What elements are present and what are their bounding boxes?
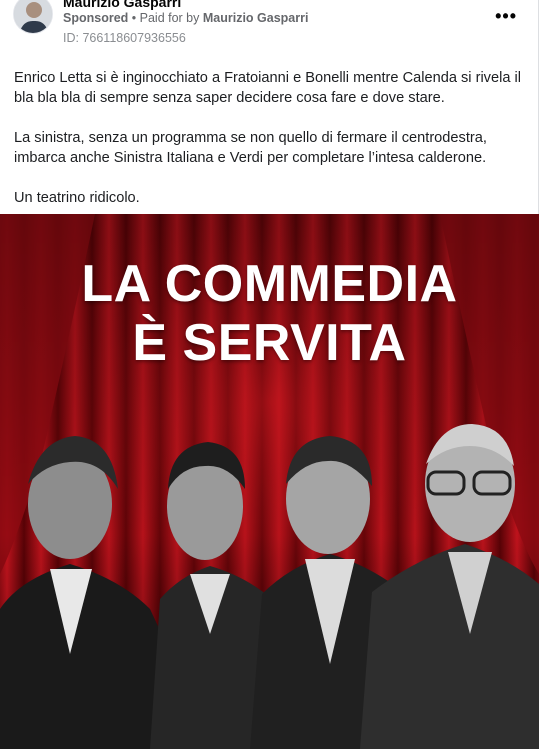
post-paragraph: La sinistra, senza un programma se non q… xyxy=(14,130,487,166)
sponsored-line: Sponsored • Paid for by Maurizio Gasparr… xyxy=(63,11,308,25)
post-header: Maurizio Gasparri Sponsored • Paid for b… xyxy=(0,0,539,54)
sponsored-label: Sponsored xyxy=(63,11,129,25)
ad-id: ID: 766118607936556 xyxy=(63,31,186,45)
post-text: Enrico Letta si è inginocchiato a Fratoi… xyxy=(14,68,529,228)
post-paragraph: Un teatrino ridicolo. xyxy=(14,190,140,206)
avatar-portrait-icon xyxy=(14,0,52,33)
ad-card: Maurizio Gasparri Sponsored • Paid for b… xyxy=(0,0,539,749)
separator: • xyxy=(128,11,140,25)
author-name[interactable]: Maurizio Gasparri xyxy=(63,0,181,10)
post-paragraph: Enrico Letta si è inginocchiato a Fratoi… xyxy=(14,70,521,106)
banner-headline-line1: LA COMMEDIA xyxy=(81,255,458,313)
banner-headline-line2: È SERVITA xyxy=(132,314,407,372)
ad-image[interactable]: LA COMMEDIA È SERVITA xyxy=(0,214,539,749)
avatar[interactable] xyxy=(13,0,53,34)
paid-for-name[interactable]: Maurizio Gasparri xyxy=(203,11,309,25)
more-options-button[interactable]: ••• xyxy=(495,7,517,25)
paid-for-prefix: Paid for by xyxy=(139,11,200,25)
